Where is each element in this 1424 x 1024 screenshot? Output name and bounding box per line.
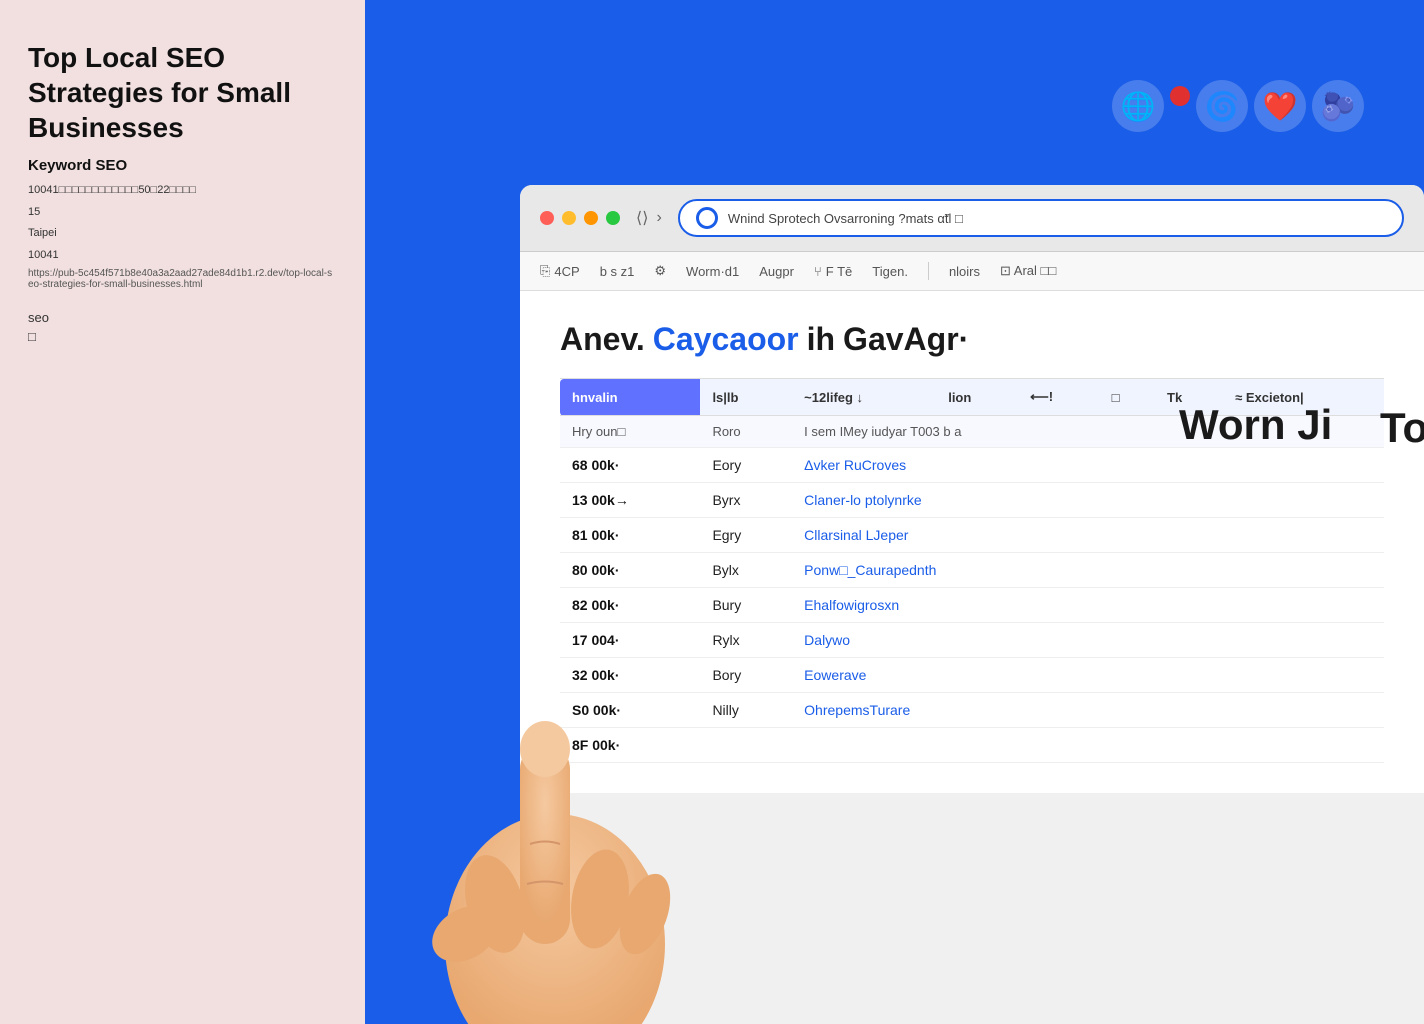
- col-header-1[interactable]: hnvalin: [560, 379, 700, 416]
- browser-toolbar: ⎘ 4CP b s z1 ⚙ Worm·d1 Augpr ⑂ F Tē Tige…: [520, 252, 1424, 291]
- col-header-3[interactable]: ~12lifeg ↓: [792, 379, 936, 416]
- nav-back-icon[interactable]: ⟨⟩: [636, 208, 648, 228]
- browser-icons-bar: 🌐 🌀 ❤️ 🫐: [1112, 80, 1364, 132]
- hand-overlay: [365, 524, 705, 1024]
- toolbar-item-nloirs[interactable]: nloirs: [949, 264, 980, 279]
- row7-col2: Bory: [700, 658, 792, 693]
- row3-col2: Egry: [700, 518, 792, 553]
- browser-icon-4[interactable]: 🫐: [1312, 80, 1364, 132]
- row8-col2: Nilly: [700, 693, 792, 728]
- heading-part4: GavAgr·: [843, 321, 969, 358]
- nav-forward-icon[interactable]: ›: [656, 209, 661, 227]
- table-subheader-row: Hry oun□ Roro I sem IMey iudyar T003 b a: [560, 416, 1384, 448]
- page-heading: Anev. Caycaoor ih GavAgr·: [560, 321, 1384, 358]
- settings-icon: ⚙: [654, 263, 666, 279]
- row5-col2: Bury: [700, 588, 792, 623]
- sidebar: Top Local SEO Strategies for Small Busin…: [0, 0, 365, 1024]
- main-area: 🌐 🌀 ❤️ 🫐 ⟨⟩ › Wnind Sprotech Ovsarroning: [365, 0, 1424, 1024]
- row2-col2: Byrx: [700, 483, 792, 518]
- toolbar-item-aral[interactable]: ⊡ Aral □□: [1000, 263, 1056, 279]
- row6-col2: Rylx: [700, 623, 792, 658]
- page-title: Top Local SEO Strategies for Small Busin…: [28, 40, 337, 145]
- toolbar-item-2[interactable]: b s z1: [600, 264, 635, 279]
- toolbar-item-3[interactable]: ⚙: [654, 263, 666, 279]
- row7-col3: Eowerave: [792, 658, 1384, 693]
- heading-part2: Caycaoor: [653, 321, 799, 358]
- toolbar-item-augpr[interactable]: Augpr: [759, 264, 794, 279]
- toolbar-item-1[interactable]: ⎘ 4CP: [540, 263, 580, 279]
- traffic-light-orange[interactable]: [584, 211, 598, 225]
- sidebar-meta2: 15: [28, 204, 337, 222]
- sidebar-meta4: 10041: [28, 247, 337, 265]
- address-bar[interactable]: Wnind Sprotech Ovsarroning ?mats α̃tl □: [678, 199, 1404, 237]
- subheader-col2: Roro: [700, 416, 792, 448]
- nav-buttons: ⟨⟩ ›: [636, 208, 662, 228]
- subheader-col1: Hry oun□: [560, 416, 700, 448]
- row9-col2: [700, 728, 792, 763]
- row1-col1: 68 00k·: [560, 448, 700, 483]
- browser-icon-1[interactable]: 🌐: [1112, 80, 1164, 132]
- address-bar-text: Wnind Sprotech Ovsarroning ?mats α̃tl □: [728, 211, 1386, 226]
- traffic-light-red[interactable]: [540, 211, 554, 225]
- table-header-row: hnvalin ls|lb ~12lifeg ↓ lion ⟵! □ Tk ≈ …: [560, 379, 1384, 416]
- toolbar-divider: [928, 262, 929, 280]
- browser-badge-red: [1170, 86, 1190, 106]
- sidebar-meta1: 10041□□□□□□□□□□□□50□22□□□□: [28, 182, 337, 200]
- heading-part1: Anev.: [560, 321, 645, 358]
- table-row: 68 00k· Eory Δvker RuCroves: [560, 448, 1384, 483]
- traffic-light-green[interactable]: [606, 211, 620, 225]
- sidebar-subtitle: Keyword SEO: [28, 157, 337, 174]
- row1-col3: Δvker RuCroves: [792, 448, 1384, 483]
- sidebar-tag2: □: [28, 329, 337, 344]
- row2-col3: Claner-lo ptolynrke: [792, 483, 1384, 518]
- subheader-col3: I sem IMey iudyar T003 b a: [792, 416, 1384, 448]
- toolbar-item-tigen[interactable]: Tigen.: [872, 264, 908, 279]
- row5-col3: Ehalfowigrosxn: [792, 588, 1384, 623]
- col-header-6[interactable]: □: [1100, 379, 1155, 416]
- browser-icon-3[interactable]: ❤️: [1254, 80, 1306, 132]
- row2-col1: 13 00k→: [560, 483, 700, 518]
- sidebar-meta3: Taipei: [28, 225, 337, 243]
- table-row: 13 00k→ Byrx Claner-lo ptolynrke: [560, 483, 1384, 518]
- sidebar-tag1: seo: [28, 310, 337, 325]
- toolbar-icon-1: ⎘: [540, 263, 550, 279]
- toolbar-item-worm[interactable]: Worm·d1: [686, 264, 739, 279]
- sidebar-url[interactable]: https://pub-5c454f571b8e40a3a2aad27ade84…: [28, 268, 337, 290]
- traffic-light-yellow[interactable]: [562, 211, 576, 225]
- col-header-4[interactable]: lion: [936, 379, 1018, 416]
- browser-chrome: ⟨⟩ › Wnind Sprotech Ovsarroning ?mats α̃…: [520, 185, 1424, 252]
- heading-part3: ih: [807, 321, 835, 358]
- col-header-2[interactable]: ls|lb: [700, 379, 792, 416]
- row4-col3: Ponw□_Caurapednth: [792, 553, 1384, 588]
- fork-icon: ⑂: [814, 264, 822, 279]
- row3-col3: Cllarsinal LJeper: [792, 518, 1384, 553]
- address-bar-circle-icon: [696, 207, 718, 229]
- toolbar-item-te[interactable]: ⑂ F Tē: [814, 264, 852, 279]
- row1-col2: Eory: [700, 448, 792, 483]
- traffic-lights: [540, 211, 620, 225]
- row9-col3: [792, 728, 1384, 763]
- hand-svg: [365, 524, 705, 1024]
- row4-col2: Bylx: [700, 553, 792, 588]
- col-header-7[interactable]: Tk: [1155, 379, 1223, 416]
- row6-col3: Dalywo: [792, 623, 1384, 658]
- row8-col3: OhrepemsTurare: [792, 693, 1384, 728]
- browser-icon-2[interactable]: 🌀: [1196, 80, 1248, 132]
- col-header-5[interactable]: ⟵!: [1018, 379, 1100, 416]
- col-header-8[interactable]: ≈ Excieton|: [1223, 379, 1384, 416]
